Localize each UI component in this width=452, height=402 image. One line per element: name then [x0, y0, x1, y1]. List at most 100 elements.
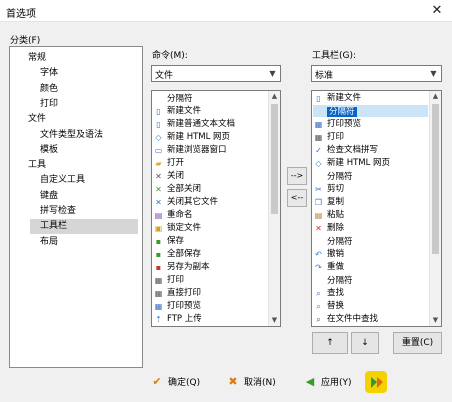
delete-icon: ✕ [315, 224, 322, 233]
command-item[interactable]: ✕ 全部关闭 [153, 183, 268, 195]
category-item[interactable]: 布局 [30, 235, 138, 250]
command-item-label: 打开 [167, 158, 185, 168]
category-item[interactable]: 文件类型及语法 [30, 128, 138, 143]
ok-label: 确定(Q) [168, 378, 201, 388]
toolbar-scrollbar[interactable]: ▲ ▼ [429, 91, 441, 326]
command-item[interactable]: ◇ 新建 HTML 网页 [153, 131, 268, 143]
command-item-label: 关闭 [167, 171, 185, 181]
category-item[interactable]: 字体 [30, 66, 138, 81]
reset-button[interactable]: 重置(C) [393, 332, 442, 354]
commands-scrollbar[interactable]: ▲ ▼ [268, 91, 280, 326]
cancel-button[interactable]: ✖ 取消(N) [226, 371, 275, 393]
watermark-logo [363, 368, 449, 398]
toolbar-item[interactable]: ⌕ 在文件中查找 [313, 313, 428, 325]
scroll-up-icon[interactable]: ▲ [269, 91, 280, 102]
command-item[interactable]: ▣ 锁定文件 [153, 222, 268, 234]
toolbar-item-label: 复制 [327, 197, 345, 207]
command-item-label: 新建浏览器窗口 [167, 145, 227, 155]
toolbar-item-label: 打印预览 [327, 119, 362, 129]
category-item[interactable]: 颜色 [30, 82, 138, 97]
command-item[interactable]: ✕ 关闭其它文件 [153, 196, 268, 208]
toolbar-item-label: 新建文件 [327, 93, 362, 103]
toolbar-scroll-thumb[interactable] [432, 104, 439, 254]
scroll-down-icon[interactable]: ▼ [430, 315, 441, 326]
command-item[interactable]: ▦ 打印预览 [153, 300, 268, 312]
ok-button[interactable]: ✔ 确定(Q) [150, 371, 200, 393]
category-item[interactable]: 工具 [20, 158, 138, 173]
command-item-label: FTP 上传 [167, 314, 202, 324]
command-item[interactable]: ▤ 重命名 [153, 209, 268, 221]
category-item[interactable]: 常规 [20, 51, 138, 66]
command-item[interactable]: ▪ 保存 [153, 235, 268, 247]
new-file-icon: ▯ [316, 94, 321, 103]
toolbar-item[interactable]: 分隔符 [313, 105, 428, 117]
category-item[interactable]: 键盘 [30, 189, 138, 204]
category-item[interactable]: 文件 [20, 112, 138, 127]
command-item[interactable]: ▪ 另存为副本 [153, 261, 268, 273]
toolbar-item[interactable]: ✂ 剪切 [313, 183, 428, 195]
toolbar-item[interactable]: ↶ 撤销 [313, 248, 428, 260]
command-item-label: 打印 [167, 275, 185, 285]
chevron-down-icon[interactable]: ▼ [426, 66, 441, 81]
ftp-icon: ⇡ [155, 315, 162, 324]
toolbar-item[interactable]: ⌕ 查找 [313, 287, 428, 299]
toolbar-item[interactable]: ◇ 新建 HTML 网页 [313, 157, 428, 169]
save-all-icon: ▪ [155, 250, 162, 259]
command-item[interactable]: 分隔符 [153, 92, 268, 104]
toolbar-list[interactable]: ▯ 新建文件 分隔符 ▦ 打印预览 ▦ 打印 ✓ 检查文档拼写 ◇ 新建 HTML 网页 分隔符 ✂ 剪切… [311, 90, 442, 327]
toolbar-label: 工具栏(G): [312, 51, 357, 61]
chevron-down-icon[interactable]: ▼ [265, 66, 280, 81]
toolbar-item[interactable]: ▤ 粘贴 [313, 209, 428, 221]
new-file-icon: ▯ [156, 120, 161, 129]
command-item[interactable]: ✕ 关闭 [153, 170, 268, 182]
toolbar-item-label: 重做 [327, 262, 345, 272]
add-to-toolbar-button[interactable]: --> [287, 167, 307, 185]
scroll-up-icon[interactable]: ▲ [430, 91, 441, 102]
commands-combo[interactable]: 文件 ▼ [151, 65, 281, 82]
command-item[interactable]: ▯ 新建文件 [153, 105, 268, 117]
category-item[interactable]: 打印 [30, 97, 138, 112]
close-others-icon: ✕ [155, 198, 162, 207]
scroll-down-icon[interactable]: ▼ [269, 315, 280, 326]
toolbar-item-label: 删除 [327, 223, 345, 233]
toolbar-item[interactable]: ▦ 打印 [313, 131, 428, 143]
copy-icon: ❐ [314, 198, 323, 207]
category-item[interactable]: 工具栏 [30, 219, 138, 235]
commands-scroll-thumb[interactable] [271, 104, 278, 214]
separator-icon [153, 92, 164, 102]
toolbar-item[interactable]: ▦ 打印预览 [313, 118, 428, 130]
category-item[interactable]: 拼写检查 [30, 204, 138, 219]
toolbar-item[interactable]: ✓ 检查文档拼写 [313, 144, 428, 156]
toolbar-item[interactable]: ✕ 删除 [313, 222, 428, 234]
commands-label: 命令(M): [152, 51, 188, 61]
arrow-left-icon: ◀ [305, 375, 315, 388]
toolbar-item[interactable]: 分隔符 [313, 235, 428, 247]
move-up-button[interactable]: ↑ [312, 332, 348, 354]
move-down-button[interactable]: ↓ [351, 332, 379, 354]
save-icon: ▪ [155, 237, 162, 246]
toolbar-item[interactable]: ⌕ 替换 [313, 300, 428, 312]
replace-icon: ⌕ [316, 302, 321, 311]
command-item[interactable]: ▰ 打开 [153, 157, 268, 169]
remove-from-toolbar-button[interactable]: <-- [287, 189, 307, 207]
command-item[interactable]: ▦ 直接打印 [153, 287, 268, 299]
command-item[interactable]: ▯ 新建普通文本文档 [153, 118, 268, 130]
command-item[interactable]: ▪ 全部保存 [153, 248, 268, 260]
toolbar-combo[interactable]: 标准 ▼ [311, 65, 442, 82]
toolbar-item[interactable]: 分隔符 [313, 170, 428, 182]
toolbar-item[interactable]: 分隔符 [313, 274, 428, 286]
category-item[interactable]: 自定义工具 [30, 173, 138, 188]
toolbar-item[interactable]: ❐ 复制 [313, 196, 428, 208]
toolbar-item-label: 分隔符 [327, 237, 353, 247]
command-item[interactable]: ▦ 打印 [153, 274, 268, 286]
category-tree[interactable]: 常规 字体 颜色 打印 文件 文件类型及语法 模板 工具 自定义工具 键盘 拼写检查 工具栏 布局 [9, 46, 143, 368]
commands-list[interactable]: 分隔符 ▯ 新建文件 ▯ 新建普通文本文档 ◇ 新建 HTML 网页 ▭ 新建浏览器窗口 ▰ 打开 ✕… [151, 90, 281, 327]
close-icon[interactable]: ✕ [426, 2, 448, 20]
toolbar-item[interactable]: ▯ 新建文件 [313, 92, 428, 104]
print-icon: ▦ [154, 276, 163, 285]
category-item[interactable]: 模板 [30, 143, 138, 158]
toolbar-item[interactable]: ↷ 重做 [313, 261, 428, 273]
command-item[interactable]: ⇡ FTP 上传 [153, 313, 268, 325]
command-item[interactable]: ▭ 新建浏览器窗口 [153, 144, 268, 156]
apply-button[interactable]: ◀ 应用(Y) [303, 371, 352, 393]
